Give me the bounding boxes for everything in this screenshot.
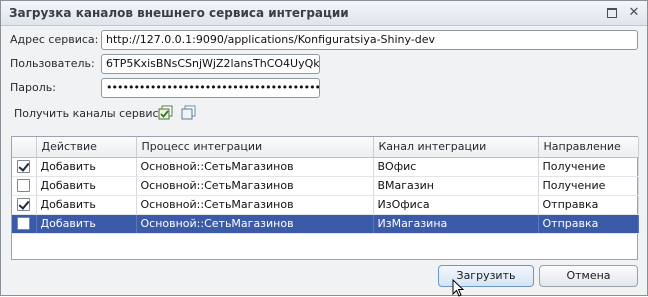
cell-process: Основной::СетьМагазинов xyxy=(136,214,374,234)
table-row[interactable]: Добавить Основной::СетьМагазинов ВОфис П… xyxy=(12,157,639,177)
column-header-check[interactable] xyxy=(12,137,37,158)
uncheck-all-icon[interactable] xyxy=(181,105,197,121)
table-header: Действие Процесс интеграции Канал интегр… xyxy=(12,137,639,158)
cell-process: Основной::СетьМагазинов xyxy=(136,157,374,177)
column-header-action[interactable]: Действие xyxy=(36,137,137,158)
column-header-process[interactable]: Процесс интеграции xyxy=(136,137,374,158)
cell-direction: Получение xyxy=(538,176,639,196)
mouse-cursor-icon xyxy=(452,279,465,297)
cell-channel: ВМагазин xyxy=(373,176,539,196)
check-all-icon[interactable] xyxy=(158,105,174,121)
table-row[interactable]: Добавить Основной::СетьМагазинов ИзОфиса… xyxy=(12,195,639,215)
table-row-selected[interactable]: Добавить Основной::СетьМагазинов ИзМагаз… xyxy=(12,214,639,234)
address-field[interactable]: http://127.0.0.1:9090/applications/Konfi… xyxy=(101,30,638,50)
cell-channel: ИзМагазина xyxy=(373,214,539,234)
user-field[interactable]: 6TP5KxisBNsCSnjWjZ2lansThCO4UyQk2J2k xyxy=(101,54,320,74)
table-row[interactable]: Добавить Основной::СетьМагазинов ВМагази… xyxy=(12,176,639,196)
password-field[interactable]: ••••••••••••••••••••••••••••••••••••••••… xyxy=(101,78,320,98)
cancel-button[interactable]: Отмена xyxy=(539,265,638,287)
cell-channel: ВОфис xyxy=(373,157,539,177)
title-bar: Загрузка каналов внешнего сервиса интегр… xyxy=(1,1,647,26)
column-header-direction[interactable]: Направление xyxy=(538,137,639,158)
cell-direction: Отправка xyxy=(538,214,639,234)
row-checkbox[interactable] xyxy=(17,198,31,212)
window-title: Загрузка каналов внешнего сервиса интегр… xyxy=(9,6,349,20)
row-checkbox[interactable] xyxy=(17,217,31,231)
address-label: Адрес сервиса: xyxy=(10,33,99,46)
cell-process: Основной::СетьМагазинов xyxy=(136,176,374,196)
cell-action: Добавить xyxy=(36,214,137,234)
column-header-channel[interactable]: Канал интеграции xyxy=(373,137,539,158)
dialog-window: Загрузка каналов внешнего сервиса интегр… xyxy=(0,0,648,297)
cell-action: Добавить xyxy=(36,195,137,215)
cell-channel: ИзОфиса xyxy=(373,195,539,215)
maximize-icon[interactable] xyxy=(604,5,620,21)
password-label: Пароль: xyxy=(10,81,56,94)
cell-direction: Отправка xyxy=(538,195,639,215)
close-icon[interactable]: ✕ xyxy=(626,5,642,21)
cell-direction: Получение xyxy=(538,157,639,177)
user-label: Пользователь: xyxy=(10,57,95,70)
row-checkbox[interactable] xyxy=(17,179,31,193)
cell-action: Добавить xyxy=(36,157,137,177)
row-checkbox[interactable] xyxy=(17,160,31,174)
channels-table: Действие Процесс интеграции Канал интегр… xyxy=(11,136,639,260)
cell-process: Основной::СетьМагазинов xyxy=(136,195,374,215)
cell-action: Добавить xyxy=(36,176,137,196)
get-channels-link[interactable]: Получить каналы сервиса xyxy=(14,107,165,120)
